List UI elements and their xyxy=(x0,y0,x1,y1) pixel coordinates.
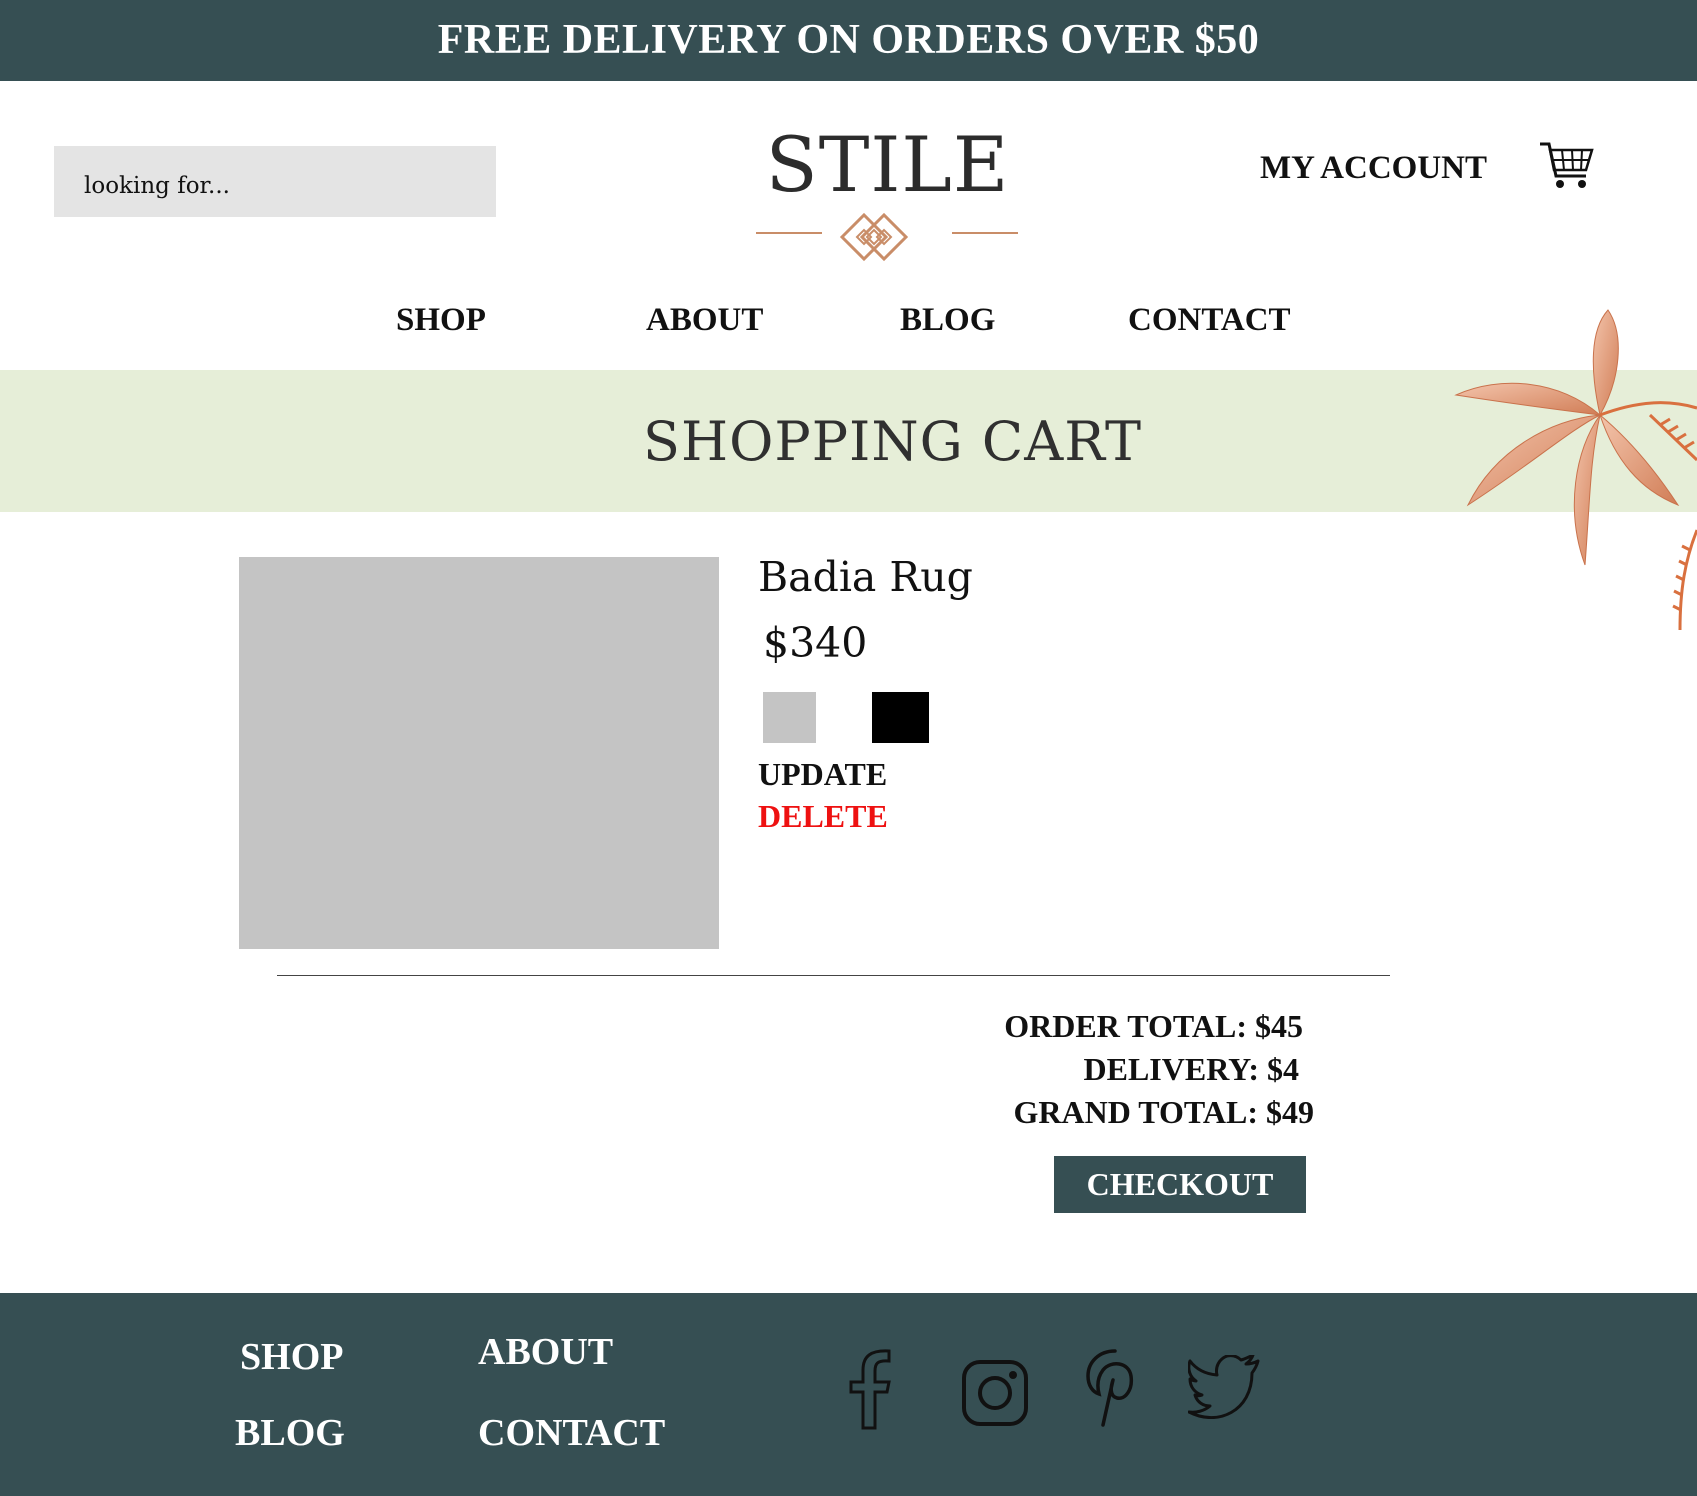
twitter-icon[interactable] xyxy=(1188,1355,1260,1419)
color-swatch-grey[interactable] xyxy=(763,692,816,743)
nav-blog[interactable]: BLOG xyxy=(900,297,995,343)
pinterest-icon[interactable] xyxy=(1085,1348,1147,1428)
grand-total: GRAND TOTAL: $49 xyxy=(1013,1094,1314,1130)
facebook-icon[interactable] xyxy=(845,1348,895,1430)
footer-link-shop[interactable]: SHOP xyxy=(240,1333,343,1381)
search-input[interactable] xyxy=(54,146,496,217)
product-name[interactable]: Badia Rug xyxy=(758,549,973,605)
instagram-icon[interactable] xyxy=(960,1358,1030,1428)
update-button[interactable]: UPDATE xyxy=(758,754,887,794)
delivery-cost: DELIVERY: $4 xyxy=(1083,1051,1299,1087)
promo-bar: FREE DELIVERY ON ORDERS OVER $50 xyxy=(0,0,1697,81)
footer-link-blog[interactable]: BLOG xyxy=(235,1409,345,1457)
nav-shop[interactable]: SHOP xyxy=(396,297,486,343)
color-swatch-black[interactable] xyxy=(872,692,929,743)
logo-text: STILE xyxy=(765,120,1010,209)
logo[interactable]: STILE xyxy=(700,120,1075,270)
cart-icon[interactable] xyxy=(1538,138,1594,194)
footer-link-about[interactable]: ABOUT xyxy=(478,1328,613,1376)
footer-link-contact[interactable]: CONTACT xyxy=(478,1409,665,1457)
checkout-button[interactable]: CHECKOUT xyxy=(1054,1156,1306,1213)
delete-button[interactable]: DELETE xyxy=(758,796,888,836)
product-image[interactable] xyxy=(239,557,719,949)
my-account-link[interactable]: MY ACCOUNT xyxy=(1260,146,1490,190)
promo-text: FREE DELIVERY ON ORDERS OVER $50 xyxy=(437,17,1260,63)
nav-contact[interactable]: CONTACT xyxy=(1128,297,1291,343)
logo-diamond-icon xyxy=(756,212,1018,262)
divider xyxy=(277,975,1390,976)
order-total: ORDER TOTAL: $45 xyxy=(1004,1008,1303,1044)
product-price: $340 xyxy=(763,619,868,667)
nav-about[interactable]: ABOUT xyxy=(646,297,763,343)
order-summary: ORDER TOTAL: $45 DELIVERY: $4 GRAND TOTA… xyxy=(1004,1005,1314,1134)
footer: SHOP ABOUT BLOG CONTACT xyxy=(0,1293,1697,1496)
leaf-decoration xyxy=(1454,309,1697,631)
